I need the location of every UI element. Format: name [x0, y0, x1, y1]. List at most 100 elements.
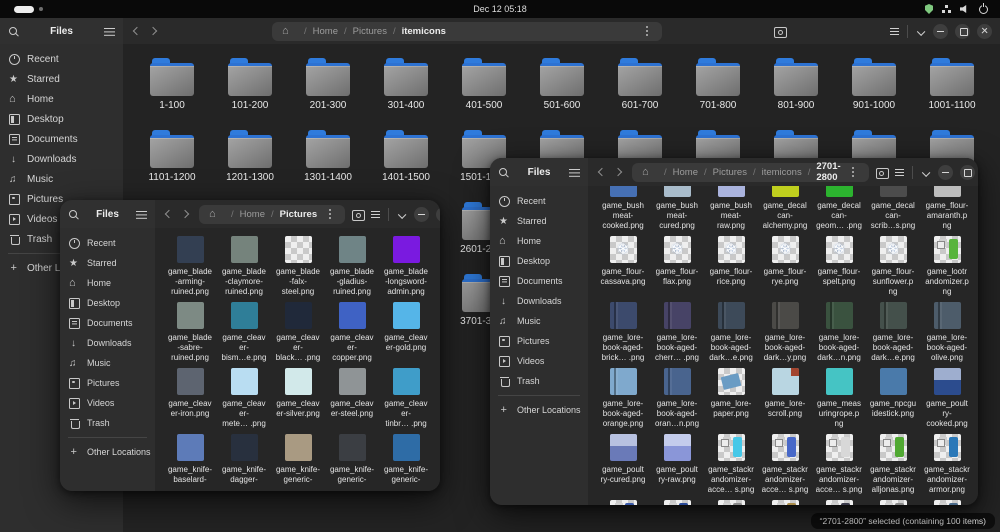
file-item[interactable]: game_npcgu idestick.png: [866, 364, 920, 430]
file-item[interactable]: game_knife- generic-: [379, 430, 433, 491]
path-menu-icon[interactable]: [848, 167, 859, 178]
back-button[interactable]: [596, 167, 607, 178]
file-item[interactable]: game_cleav er- tinbr… .png: [379, 364, 433, 430]
file-item[interactable]: game_poult ry- cooked.png: [920, 364, 974, 430]
folder-item[interactable]: 901-1000: [835, 56, 913, 128]
view-options-chevron-icon[interactable]: [915, 26, 926, 37]
file-item[interactable]: [920, 496, 974, 505]
sidebar-item[interactable]: Videos: [490, 351, 588, 371]
file-item[interactable]: game_poult ry-raw.png: [650, 430, 704, 496]
file-item[interactable]: [866, 496, 920, 505]
file-item[interactable]: game_lore- scroll.png: [758, 364, 812, 430]
sidebar-item[interactable]: Desktop: [490, 251, 588, 271]
breadcrumb-item[interactable]: / 2701-2800: [802, 161, 841, 183]
file-item[interactable]: game_lore- book-aged- dark…y.png: [758, 298, 812, 364]
sidebar-item[interactable]: Downloads: [60, 333, 155, 353]
file-item[interactable]: game_cleav er-steel.png: [325, 364, 379, 430]
view-toggle-icon[interactable]: [370, 209, 381, 220]
clock[interactable]: Dec 12 05:18: [0, 4, 1000, 14]
file-item[interactable]: game_decal can- geom… .png: [812, 186, 866, 232]
view-options-chevron-icon[interactable]: [396, 209, 407, 220]
folder-item[interactable]: 1-100: [133, 56, 211, 128]
search-icon[interactable]: [8, 26, 19, 37]
file-item[interactable]: game_bush meat- raw.png: [704, 186, 758, 232]
sidebar-item[interactable]: Documents: [0, 129, 123, 149]
folder-item[interactable]: 601-700: [601, 56, 679, 128]
sidebar-item[interactable]: Documents: [60, 313, 155, 333]
file-item[interactable]: game_lore- book-aged- orange.png: [596, 364, 650, 430]
sidebar-item[interactable]: Home: [490, 231, 588, 251]
sidebar-item[interactable]: Desktop: [0, 109, 123, 129]
search-icon[interactable]: [498, 167, 509, 178]
file-item[interactable]: [650, 496, 704, 505]
file-item[interactable]: game_blade -gladius- ruined.png: [325, 232, 379, 298]
minimize-button[interactable]: [938, 165, 953, 180]
folder-item[interactable]: 301-400: [367, 56, 445, 128]
file-item[interactable]: game_flour- cassava.png: [596, 232, 650, 298]
view-toggle-icon[interactable]: [889, 26, 900, 37]
sidebar-item[interactable]: Trash: [60, 413, 155, 433]
file-item[interactable]: game_cleav er-silver.png: [271, 364, 325, 430]
back-button[interactable]: [131, 26, 142, 37]
sidebar-item[interactable]: Other Locations: [490, 400, 588, 420]
file-item[interactable]: game_cleav er- black… .png: [271, 298, 325, 364]
maximize-button[interactable]: [436, 207, 440, 222]
hamburger-menu-icon[interactable]: [136, 209, 147, 220]
file-item[interactable]: game_flour- flax.png: [650, 232, 704, 298]
sidebar-item[interactable]: Other Locations: [60, 442, 155, 462]
file-item[interactable]: game_bush meat- cooked.png: [596, 186, 650, 232]
file-item[interactable]: [704, 496, 758, 505]
folder-item[interactable]: 1001-1100: [913, 56, 991, 128]
file-item[interactable]: game_blade -sabre- ruined.png: [163, 298, 217, 364]
file-item[interactable]: game_cleav er- mete… .png: [217, 364, 271, 430]
folder-item[interactable]: 201-300: [289, 56, 367, 128]
maximize-button[interactable]: [955, 24, 970, 39]
view-toggle-icon[interactable]: [894, 167, 905, 178]
sidebar-item[interactable]: Trash: [490, 371, 588, 391]
minimize-button[interactable]: [414, 207, 429, 222]
file-item[interactable]: game_blade -longsword- admin.png: [379, 232, 433, 298]
sidebar-item[interactable]: Videos: [60, 393, 155, 413]
folder-item[interactable]: 501-600: [523, 56, 601, 128]
hamburger-menu-icon[interactable]: [104, 26, 115, 37]
file-item[interactable]: [812, 496, 866, 505]
file-item[interactable]: game_stackr andomizer- acce… s.png: [758, 430, 812, 496]
file-item[interactable]: game_poult ry-cured.png: [596, 430, 650, 496]
file-item[interactable]: game_lore- book-aged- dark…e.png: [866, 298, 920, 364]
folder-item[interactable]: 1401-1500: [367, 128, 445, 200]
sidebar-item[interactable]: Music: [490, 311, 588, 331]
file-item[interactable]: game_blade -falx- steel.png: [271, 232, 325, 298]
file-item[interactable]: game_knife- generic-: [271, 430, 325, 491]
breadcrumb-item[interactable]: / Pictures: [338, 26, 387, 37]
sidebar-item[interactable]: Recent: [60, 233, 155, 253]
sidebar-item[interactable]: Recent: [490, 191, 588, 211]
file-item[interactable]: game_cleav er- bism…e.png: [217, 298, 271, 364]
breadcrumb-item[interactable]: / itemicons: [387, 26, 446, 37]
folder-item[interactable]: 701-800: [679, 56, 757, 128]
close-button[interactable]: [977, 24, 992, 39]
file-item[interactable]: game_lore- book-aged- dark…n.png: [812, 298, 866, 364]
back-button[interactable]: [163, 209, 174, 220]
file-item[interactable]: game_stackr andomizer- alljonas.png: [866, 430, 920, 496]
search-icon[interactable]: [68, 209, 79, 220]
file-item[interactable]: game_cleav er-iron.png: [163, 364, 217, 430]
file-item[interactable]: game_lore- book-aged- cherr… .png: [650, 298, 704, 364]
file-item[interactable]: game_lore- book-aged- oran…n.png: [650, 364, 704, 430]
sidebar-item[interactable]: Home: [0, 89, 123, 109]
file-item[interactable]: game_decal can- alchemy.png: [758, 186, 812, 232]
forward-button[interactable]: [149, 26, 160, 37]
file-item[interactable]: game_knife- dagger-: [217, 430, 271, 491]
file-item[interactable]: game_lore- paper.png: [704, 364, 758, 430]
file-item[interactable]: game_flour- spelt.png: [812, 232, 866, 298]
file-item[interactable]: game_lore- book-aged- brick… .png: [596, 298, 650, 364]
hamburger-menu-icon[interactable]: [569, 167, 580, 178]
folder-item[interactable]: 801-900: [757, 56, 835, 128]
file-item[interactable]: game_lore- book-aged- dark…e.png: [704, 298, 758, 364]
file-item[interactable]: game_lore- book-aged- olive.png: [920, 298, 974, 364]
file-item[interactable]: game_bush meat- cured.png: [650, 186, 704, 232]
breadcrumb-item[interactable]: / Home: [298, 26, 338, 37]
sidebar-item[interactable]: Downloads: [490, 291, 588, 311]
folder-item[interactable]: 401-500: [445, 56, 523, 128]
maximize-button[interactable]: [960, 165, 975, 180]
sidebar-item[interactable]: Desktop: [60, 293, 155, 313]
